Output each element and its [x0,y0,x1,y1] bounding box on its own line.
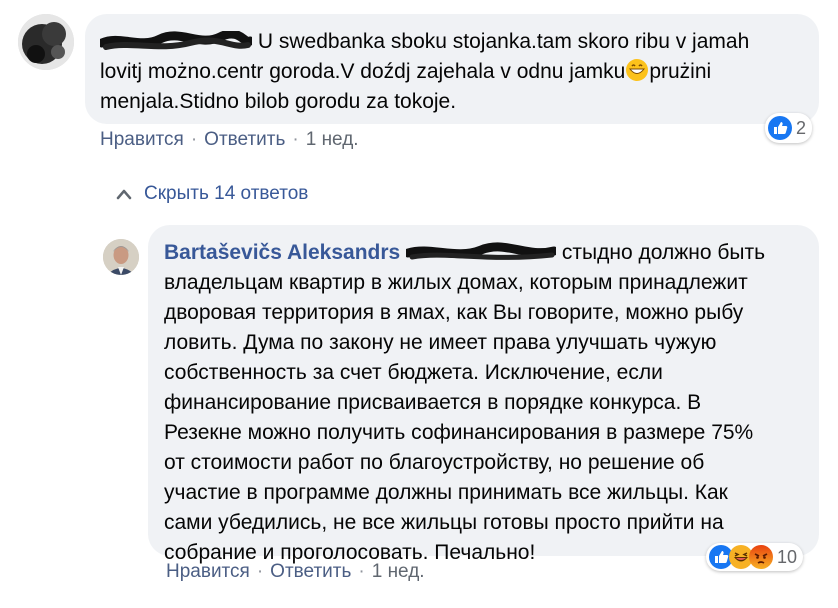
separator: · [256,561,264,582]
hide-replies-label: Скрыть 14 ответов [144,183,309,204]
chevron-up-icon [116,189,132,200]
comment-text: от стоимости работ по благоустройству, н… [164,451,705,474]
comment-text: владельцам квартир в жилых домах, которы… [164,271,748,294]
like-reaction-icon [768,116,792,140]
comment-text: prużini [649,60,712,83]
timestamp[interactable]: 1 нед. [306,129,359,150]
separator: · [190,129,198,150]
like-button[interactable]: Нравится [166,561,250,582]
comment-text: menjala.Stidno bilob gorodu za tokoje. [100,90,457,113]
reactions-summary[interactable]: 10 [706,543,804,571]
reactions-summary[interactable]: 2 [765,113,813,143]
angry-reaction-icon [749,545,773,569]
comment-text: ловить. Дума по закону не имеет права ул… [164,331,717,354]
comment-text: дворовая территория в ямах, как Вы говор… [164,301,744,324]
timestamp[interactable]: 1 нед. [372,561,425,582]
comment-text: собственность за счет бюджета. Исключени… [164,361,663,384]
separator: · [358,561,365,582]
avatar[interactable] [18,14,74,70]
reaction-count: 2 [796,117,807,138]
avatar[interactable] [103,239,139,275]
reply-button[interactable]: Ответить [270,561,351,582]
comment-text: Резекне можно получить софинансирования … [164,421,754,444]
comment-bubble: U swedbanka sboku stojanka.tam skoro rib… [85,14,819,124]
comment-actions: Нравится · Ответить · 1 нед. [100,129,359,151]
comment-author[interactable]: Bartaševičs Aleksandrs [164,241,400,264]
comment-actions: Нравится · Ответить · 1 нед. [166,561,425,583]
reply-button[interactable]: Ответить [204,129,285,150]
comment-text: участие в программе должны принимать все… [164,481,728,504]
comment-text: сами убедились, не все жильцы готовы про… [164,511,724,534]
reaction-count: 10 [777,546,798,567]
like-button[interactable]: Нравится [100,129,184,150]
comment-text: стыдно должно быть [561,241,766,264]
comment-text: lovitj możno.centr goroda.V doźdj zajeha… [100,60,626,83]
comment-text: финансирование присваивается в порядке к… [164,391,702,414]
comment-bubble: Bartaševičs Aleksandrs стыдно должно быт… [148,225,819,564]
hide-replies-button[interactable]: Скрыть 14 ответов [116,183,308,205]
separator: · [292,129,299,150]
redacted-text [406,242,557,264]
grinning-emoji-icon [625,58,649,82]
redacted-author-name[interactable] [100,31,252,53]
comment-text: U swedbanka sboku stojanka.tam skoro rib… [257,30,750,53]
